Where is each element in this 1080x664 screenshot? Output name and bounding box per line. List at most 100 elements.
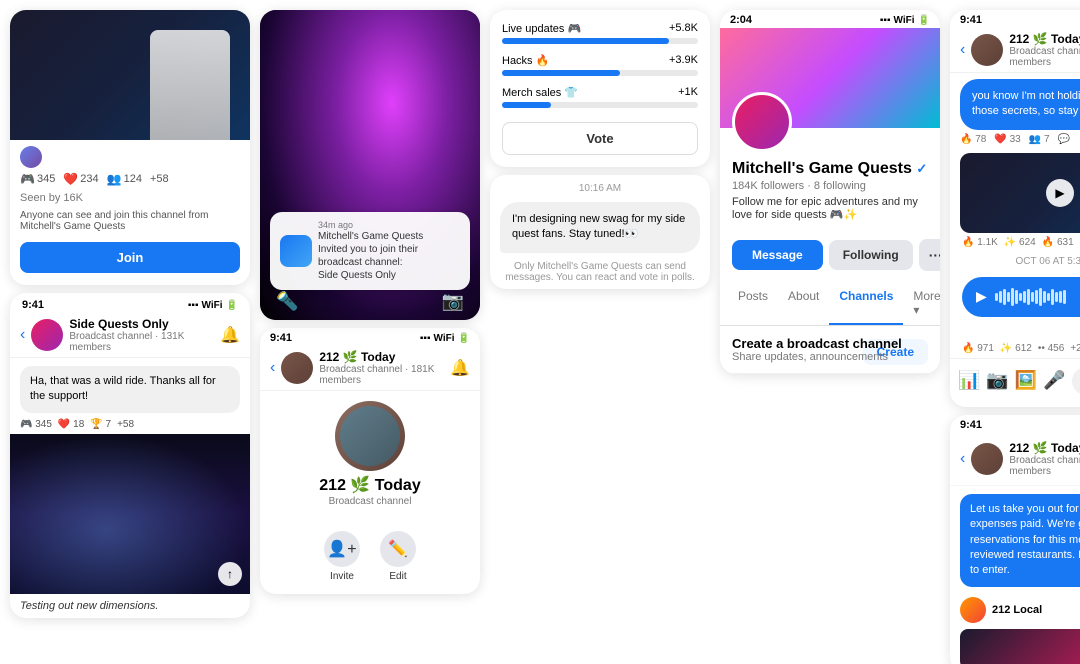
- bell-icon[interactable]: 🔔: [220, 325, 240, 345]
- status-bar-2: 9:41 ▪▪▪WiFi🔋: [260, 328, 480, 346]
- wave-8: [1023, 291, 1026, 303]
- reaction-plus: +58: [117, 419, 134, 430]
- back-button[interactable]: ‹: [20, 326, 25, 344]
- message-input[interactable]: [1072, 367, 1080, 395]
- bell-icon-2[interactable]: 🔔: [450, 358, 470, 378]
- following-button[interactable]: Following: [829, 240, 913, 270]
- local-image-preview: [960, 629, 1080, 664]
- pp-actions: 👤+ Invite ✏️ Edit: [260, 527, 480, 594]
- person-silhouette: [150, 30, 230, 140]
- channel-sub-4: Broadcast channel · 181K members: [1009, 46, 1080, 68]
- only-members-text: Only Mitchell's Game Quests can send mes…: [490, 257, 710, 289]
- wave-3: [1003, 289, 1006, 305]
- image-icon[interactable]: 🖼️: [1015, 370, 1037, 391]
- caption: Testing out new dimensions.: [10, 594, 250, 618]
- channel-info-4: 212 🌿 Today Broadcast channel · 181K mem…: [1009, 32, 1080, 68]
- phone-profile-card: 9:41 ▪▪▪WiFi🔋 ‹ 212 🌿 Today Broadcast ch…: [260, 328, 480, 594]
- profile-bio: Follow me for epic adventures and my lov…: [732, 196, 928, 221]
- reaction-3: 🏆 7: [90, 419, 111, 430]
- more-button[interactable]: ···: [919, 239, 940, 271]
- chat-header: ‹ Side Quests Only Broadcast channel · 1…: [10, 313, 250, 358]
- invite-action[interactable]: 👤+ Invite: [324, 531, 360, 582]
- join-button[interactable]: Join: [20, 242, 240, 273]
- channel-name-2: 212 🌿 Today: [319, 350, 444, 364]
- notif-sub: Side Quests Only: [318, 269, 460, 282]
- wave-10: [1031, 292, 1034, 302]
- invite-label: Invite: [330, 571, 354, 582]
- chat-bubble: Ha, that was a wild ride. Thanks all for…: [20, 366, 240, 413]
- poll-count-3: +1K: [678, 86, 698, 99]
- wave-7: [1019, 293, 1022, 301]
- seen-count: Seen by 16K: [10, 190, 250, 208]
- vote-button[interactable]: Vote: [502, 122, 698, 155]
- tab-posts[interactable]: Posts: [728, 281, 778, 325]
- wave-9: [1027, 289, 1030, 305]
- stat-plus: +58: [150, 173, 169, 185]
- tab-channels[interactable]: Channels: [829, 281, 903, 325]
- pp-sub: Broadcast channel: [329, 496, 412, 507]
- stat-gamepad: 🎮345: [20, 172, 55, 186]
- wave-12: [1039, 288, 1042, 306]
- wave-2: [999, 291, 1002, 303]
- create-channel-title: Create a broadcast channel: [732, 336, 928, 351]
- top-blue-bubble: you know I'm not holding back on those s…: [960, 79, 1080, 130]
- video-thumbnail[interactable]: ▶ 0:15: [960, 153, 1080, 233]
- message-input-row: 📊 📷 🖼️ 🎤 😊 👍: [950, 358, 1080, 407]
- audio-play-icon[interactable]: ▶: [976, 288, 987, 305]
- poll-label-3: Merch sales 👕: [502, 86, 578, 99]
- status-time: 9:41: [22, 299, 44, 311]
- wave-6: [1015, 290, 1018, 304]
- camera-icon[interactable]: 📷: [442, 291, 464, 312]
- channel-info: Side Quests Only Broadcast channel · 131…: [69, 317, 214, 353]
- edit-action[interactable]: ✏️ Edit: [380, 531, 416, 582]
- audio-bubble-wrap: ▶: [950, 271, 1080, 323]
- vid-react-1: 🔥 1.1K: [962, 237, 998, 248]
- edit-icon: ✏️: [380, 531, 416, 567]
- audio-react-4: +24: [1070, 343, 1080, 354]
- poll-count-1: +5.8K: [669, 22, 698, 35]
- back-button-4[interactable]: ‹: [960, 41, 965, 59]
- city-avatar-inner: [340, 406, 400, 466]
- channel-avatar: [31, 319, 63, 351]
- profile-stats: 184K followers · 8 following: [732, 180, 928, 192]
- chat-message: I'm designing new swag for my side quest…: [500, 202, 700, 253]
- stat-heart: ❤️234: [63, 172, 98, 186]
- share-icon[interactable]: ↑: [218, 562, 242, 586]
- poll-label-2: Hacks 🔥: [502, 54, 549, 67]
- tab-about[interactable]: About: [778, 281, 829, 325]
- create-channel-section: Create a broadcast channel Share updates…: [720, 326, 940, 374]
- notification-popup: 34m ago Mitchell's Game Quests Invited y…: [270, 212, 470, 290]
- local-avatar: [960, 597, 986, 623]
- back-button-5[interactable]: ‹: [960, 450, 965, 468]
- chart-icon[interactable]: 📊: [958, 370, 980, 391]
- reaction-2: ❤️ 18: [58, 419, 84, 430]
- back-button-2[interactable]: ‹: [270, 359, 275, 377]
- react-heart: ❤️ 33: [994, 134, 1020, 145]
- channel-sub: Broadcast channel · 131K members: [69, 331, 214, 353]
- react-fire: 🔥 78: [960, 134, 986, 145]
- reaction-1: 🎮 345: [20, 419, 52, 430]
- wave-18: [1063, 290, 1066, 304]
- notif-avatar: [280, 235, 312, 267]
- poll-item-1: Live updates 🎮 +5.8K: [502, 22, 698, 44]
- status-bar: 9:41 ▪▪▪WiFi🔋: [10, 293, 250, 313]
- local-row: 212 Local: [950, 591, 1080, 625]
- edit-label: Edit: [389, 571, 406, 582]
- messenger-card: 9:41 ▪▪▪WiFi🔋 ‹ 212 🌿 Today Broadcast ch…: [950, 10, 1080, 407]
- channel-sub-2: Broadcast channel · 181K members: [319, 364, 444, 386]
- status-time-4: 9:41: [960, 14, 982, 26]
- status-time-5: 9:41: [960, 419, 982, 431]
- mic-icon[interactable]: 🎤: [1043, 370, 1065, 391]
- poll-item-2: Hacks 🔥 +3.9K: [502, 54, 698, 76]
- waveform: [995, 287, 1080, 307]
- status-bar-4: 9:41 ▪▪▪WiFi🔋: [950, 10, 1080, 28]
- play-button[interactable]: ▶: [1046, 179, 1074, 207]
- bc-avatar: [971, 443, 1003, 475]
- message-button[interactable]: Message: [732, 240, 823, 270]
- profile-name: Mitchell's Game Quests ✓: [732, 160, 928, 178]
- camera-input-icon[interactable]: 📷: [986, 370, 1008, 391]
- torch-icon[interactable]: 🔦: [276, 291, 298, 312]
- city-avatar: [335, 401, 405, 471]
- verified-badge: ✓: [916, 161, 927, 176]
- tab-more[interactable]: More ▾: [903, 281, 940, 325]
